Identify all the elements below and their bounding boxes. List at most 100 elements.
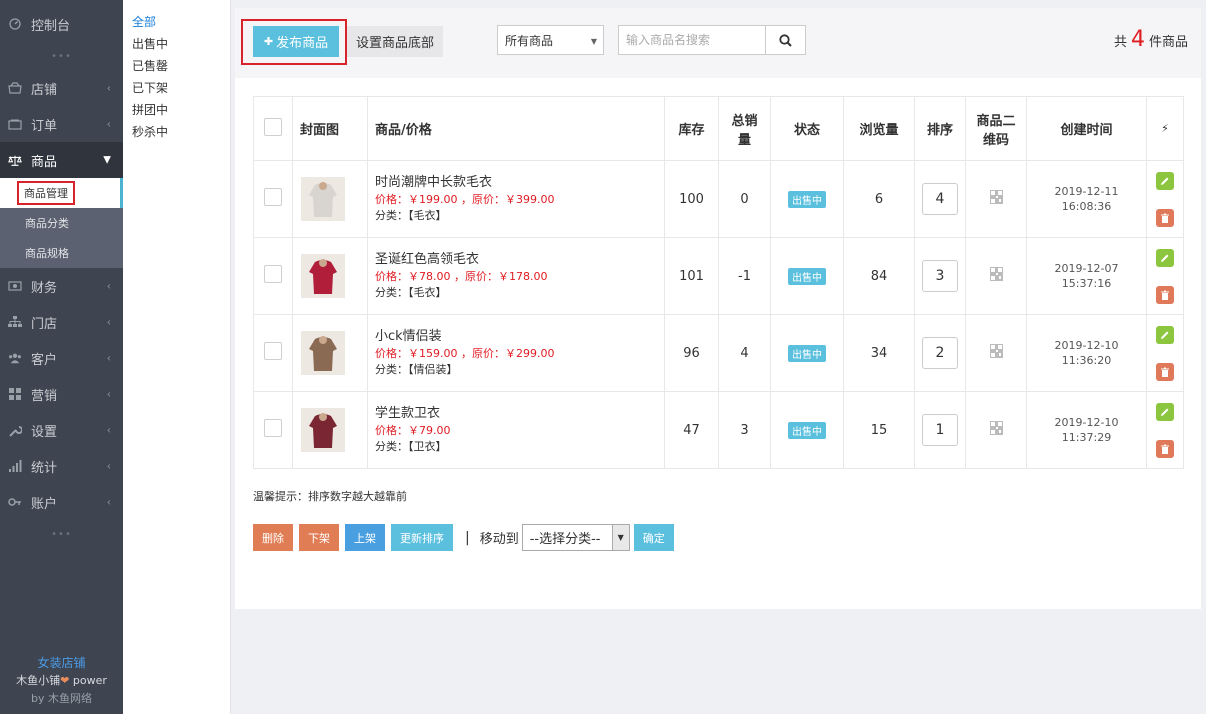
nav-item-products[interactable]: 商品 ▼ — [0, 142, 123, 178]
row-select-cell — [253, 391, 293, 469]
nav-label: 统计 — [31, 460, 58, 476]
search-input[interactable] — [618, 25, 766, 55]
nav-sub-label: 商品规格 — [25, 247, 69, 260]
sort-input[interactable]: 2 — [922, 337, 958, 369]
col-stock: 库存 — [664, 96, 719, 161]
nav-sub-product-category[interactable]: 商品分类 — [0, 208, 123, 238]
row-checkbox[interactable] — [264, 342, 282, 360]
sort-input[interactable]: 1 — [922, 414, 958, 446]
nav-label: 账户 — [31, 496, 58, 512]
sort-tip: 温馨提示：排序数字越大越靠前 — [253, 490, 407, 503]
category-select[interactable]: --选择分类-- ▼ — [521, 524, 630, 551]
nav-sub-label: 商品分类 — [25, 217, 69, 230]
nav-sub-product-spec[interactable]: 商品规格 — [0, 238, 123, 268]
chevron-left-icon: ‹ — [106, 423, 111, 437]
row-checkbox[interactable] — [264, 419, 282, 437]
chevron-down-icon: ▼ — [103, 154, 111, 166]
product-thumbnail[interactable] — [301, 331, 345, 375]
stock-cell: 47 — [664, 391, 719, 469]
trash-icon — [1161, 444, 1169, 454]
cover-cell — [292, 314, 368, 392]
cover-cell — [292, 160, 368, 238]
brand-powered: 木鱼小铺❤ power — [0, 672, 123, 690]
product-name[interactable]: 学生款卫衣 — [375, 405, 664, 423]
brand-shop-name: 女装店铺 — [37, 656, 86, 670]
nav-item-finance[interactable]: 财务 ‹ — [0, 268, 123, 304]
nav-sub-product-manage[interactable]: 商品管理 — [0, 178, 123, 208]
nav-item-customers[interactable]: 客户 ‹ — [0, 340, 123, 376]
product-name[interactable]: 小ck情侣装 — [375, 328, 664, 346]
confirm-move-button[interactable]: 确定 — [633, 524, 674, 551]
delete-button[interactable] — [1156, 362, 1174, 381]
edit-button[interactable] — [1156, 402, 1174, 421]
nav-label: 订单 — [31, 118, 58, 134]
row-checkbox[interactable] — [264, 265, 282, 283]
chevron-left-icon: ‹ — [106, 81, 111, 95]
publish-product-button[interactable]: ✚ 发布商品 — [253, 26, 339, 57]
edit-button[interactable] — [1156, 325, 1174, 344]
bulk-delete-button[interactable]: 删除 — [253, 524, 293, 551]
nav-divider: ••• — [51, 50, 72, 62]
update-sort-button[interactable]: 更新排序 — [391, 524, 453, 551]
money-icon — [8, 279, 22, 293]
brand-power-text: power — [69, 674, 107, 687]
filter-flash-sale[interactable]: 秒杀中 — [123, 121, 230, 143]
product-table: 封面图 商品/价格 库存 总销量 状态 浏览量 排序 商品二 维码 创建时间 ⚡ … — [253, 96, 1184, 469]
nav-item-settings[interactable]: 设置 ‹ — [0, 412, 123, 448]
table-header-row: 封面图 商品/价格 库存 总销量 状态 浏览量 排序 商品二 维码 创建时间 ⚡ — [253, 96, 1184, 161]
delete-button[interactable] — [1156, 208, 1174, 227]
nav-item-marketing[interactable]: 营销 ‹ — [0, 376, 123, 412]
delete-button[interactable] — [1156, 285, 1174, 304]
qrcode-icon[interactable] — [989, 421, 1003, 435]
set-product-footer-button[interactable]: 设置商品底部 — [347, 26, 443, 57]
nav-item-stores[interactable]: 门店 ‹ — [0, 304, 123, 340]
product-price: 价格：￥78.00 ，原价：￥178.00 — [375, 270, 548, 283]
nav-item-orders[interactable]: 订单 ‹ — [0, 106, 123, 142]
nav-item-store[interactable]: 店铺 ‹ — [0, 70, 123, 106]
product-name[interactable]: 时尚潮牌中长款毛衣 — [375, 174, 664, 192]
product-total: 共 4 件商品 — [1114, 29, 1188, 51]
sort-cell: 3 — [914, 237, 966, 315]
qrcode-icon[interactable] — [989, 344, 1003, 358]
delete-button[interactable] — [1156, 439, 1174, 458]
bulk-shelve-button[interactable]: 上架 — [345, 524, 385, 551]
actions-cell — [1146, 391, 1184, 469]
nav-divider: ••• — [51, 528, 72, 540]
sort-input[interactable]: 4 — [922, 183, 958, 215]
product-category: 分类：【毛衣】 — [375, 209, 447, 222]
product-thumbnail[interactable] — [301, 177, 345, 221]
filter-all[interactable]: 全部 — [123, 11, 230, 33]
nav-item-dashboard[interactable]: 控制台 — [0, 6, 123, 42]
table-row: 小ck情侣装 价格：￥159.00 ，原价：￥299.00 分类：【情侣装】 96 4 出… — [253, 314, 1184, 392]
table-row: 时尚潮牌中长款毛衣 价格：￥199.00 ，原价：￥399.00 分类：【毛衣】 10… — [253, 160, 1184, 238]
filter-sold-out[interactable]: 已售罄 — [123, 55, 230, 77]
edit-button[interactable] — [1156, 248, 1174, 267]
nav-item-stats[interactable]: 统计 ‹ — [0, 448, 123, 484]
status-badge: 出售中 — [788, 190, 826, 208]
edit-button[interactable] — [1156, 171, 1174, 190]
qrcode-icon[interactable] — [989, 267, 1003, 281]
filter-group-buy[interactable]: 拼团中 — [123, 99, 230, 121]
created-time: 11:37:29 — [1061, 431, 1112, 444]
product-name[interactable]: 圣诞红色高领毛衣 — [375, 251, 664, 269]
row-checkbox[interactable] — [264, 188, 282, 206]
highlight-box: 商品管理 — [17, 181, 75, 205]
sort-input[interactable]: 3 — [922, 260, 958, 292]
search-button[interactable] — [765, 25, 806, 55]
nav-label: 控制台 — [31, 18, 71, 34]
filter-off-shelf[interactable]: 已下架 — [123, 77, 230, 99]
nav-item-account[interactable]: 账户 ‹ — [0, 484, 123, 520]
product-thumbnail[interactable] — [301, 408, 345, 452]
cover-cell — [292, 237, 368, 315]
name-price-cell: 时尚潮牌中长款毛衣 价格：￥199.00 ，原价：￥399.00 分类：【毛衣】 — [367, 160, 665, 238]
created-cell: 2019-12-07 15:37:16 — [1026, 237, 1147, 315]
filter-on-sale[interactable]: 出售中 — [123, 33, 230, 55]
status-badge: 出售中 — [788, 267, 826, 285]
product-thumbnail[interactable] — [301, 254, 345, 298]
select-all-checkbox[interactable] — [264, 117, 282, 136]
row-select-cell — [253, 237, 293, 315]
qrcode-icon[interactable] — [989, 190, 1003, 204]
product-filter-select[interactable]: 所有商品 ▼ — [497, 25, 604, 55]
brand-footer: 女装店铺 木鱼小铺❤ power by 木鱼网络 — [0, 654, 123, 714]
bulk-unshelve-button[interactable]: 下架 — [299, 524, 339, 551]
